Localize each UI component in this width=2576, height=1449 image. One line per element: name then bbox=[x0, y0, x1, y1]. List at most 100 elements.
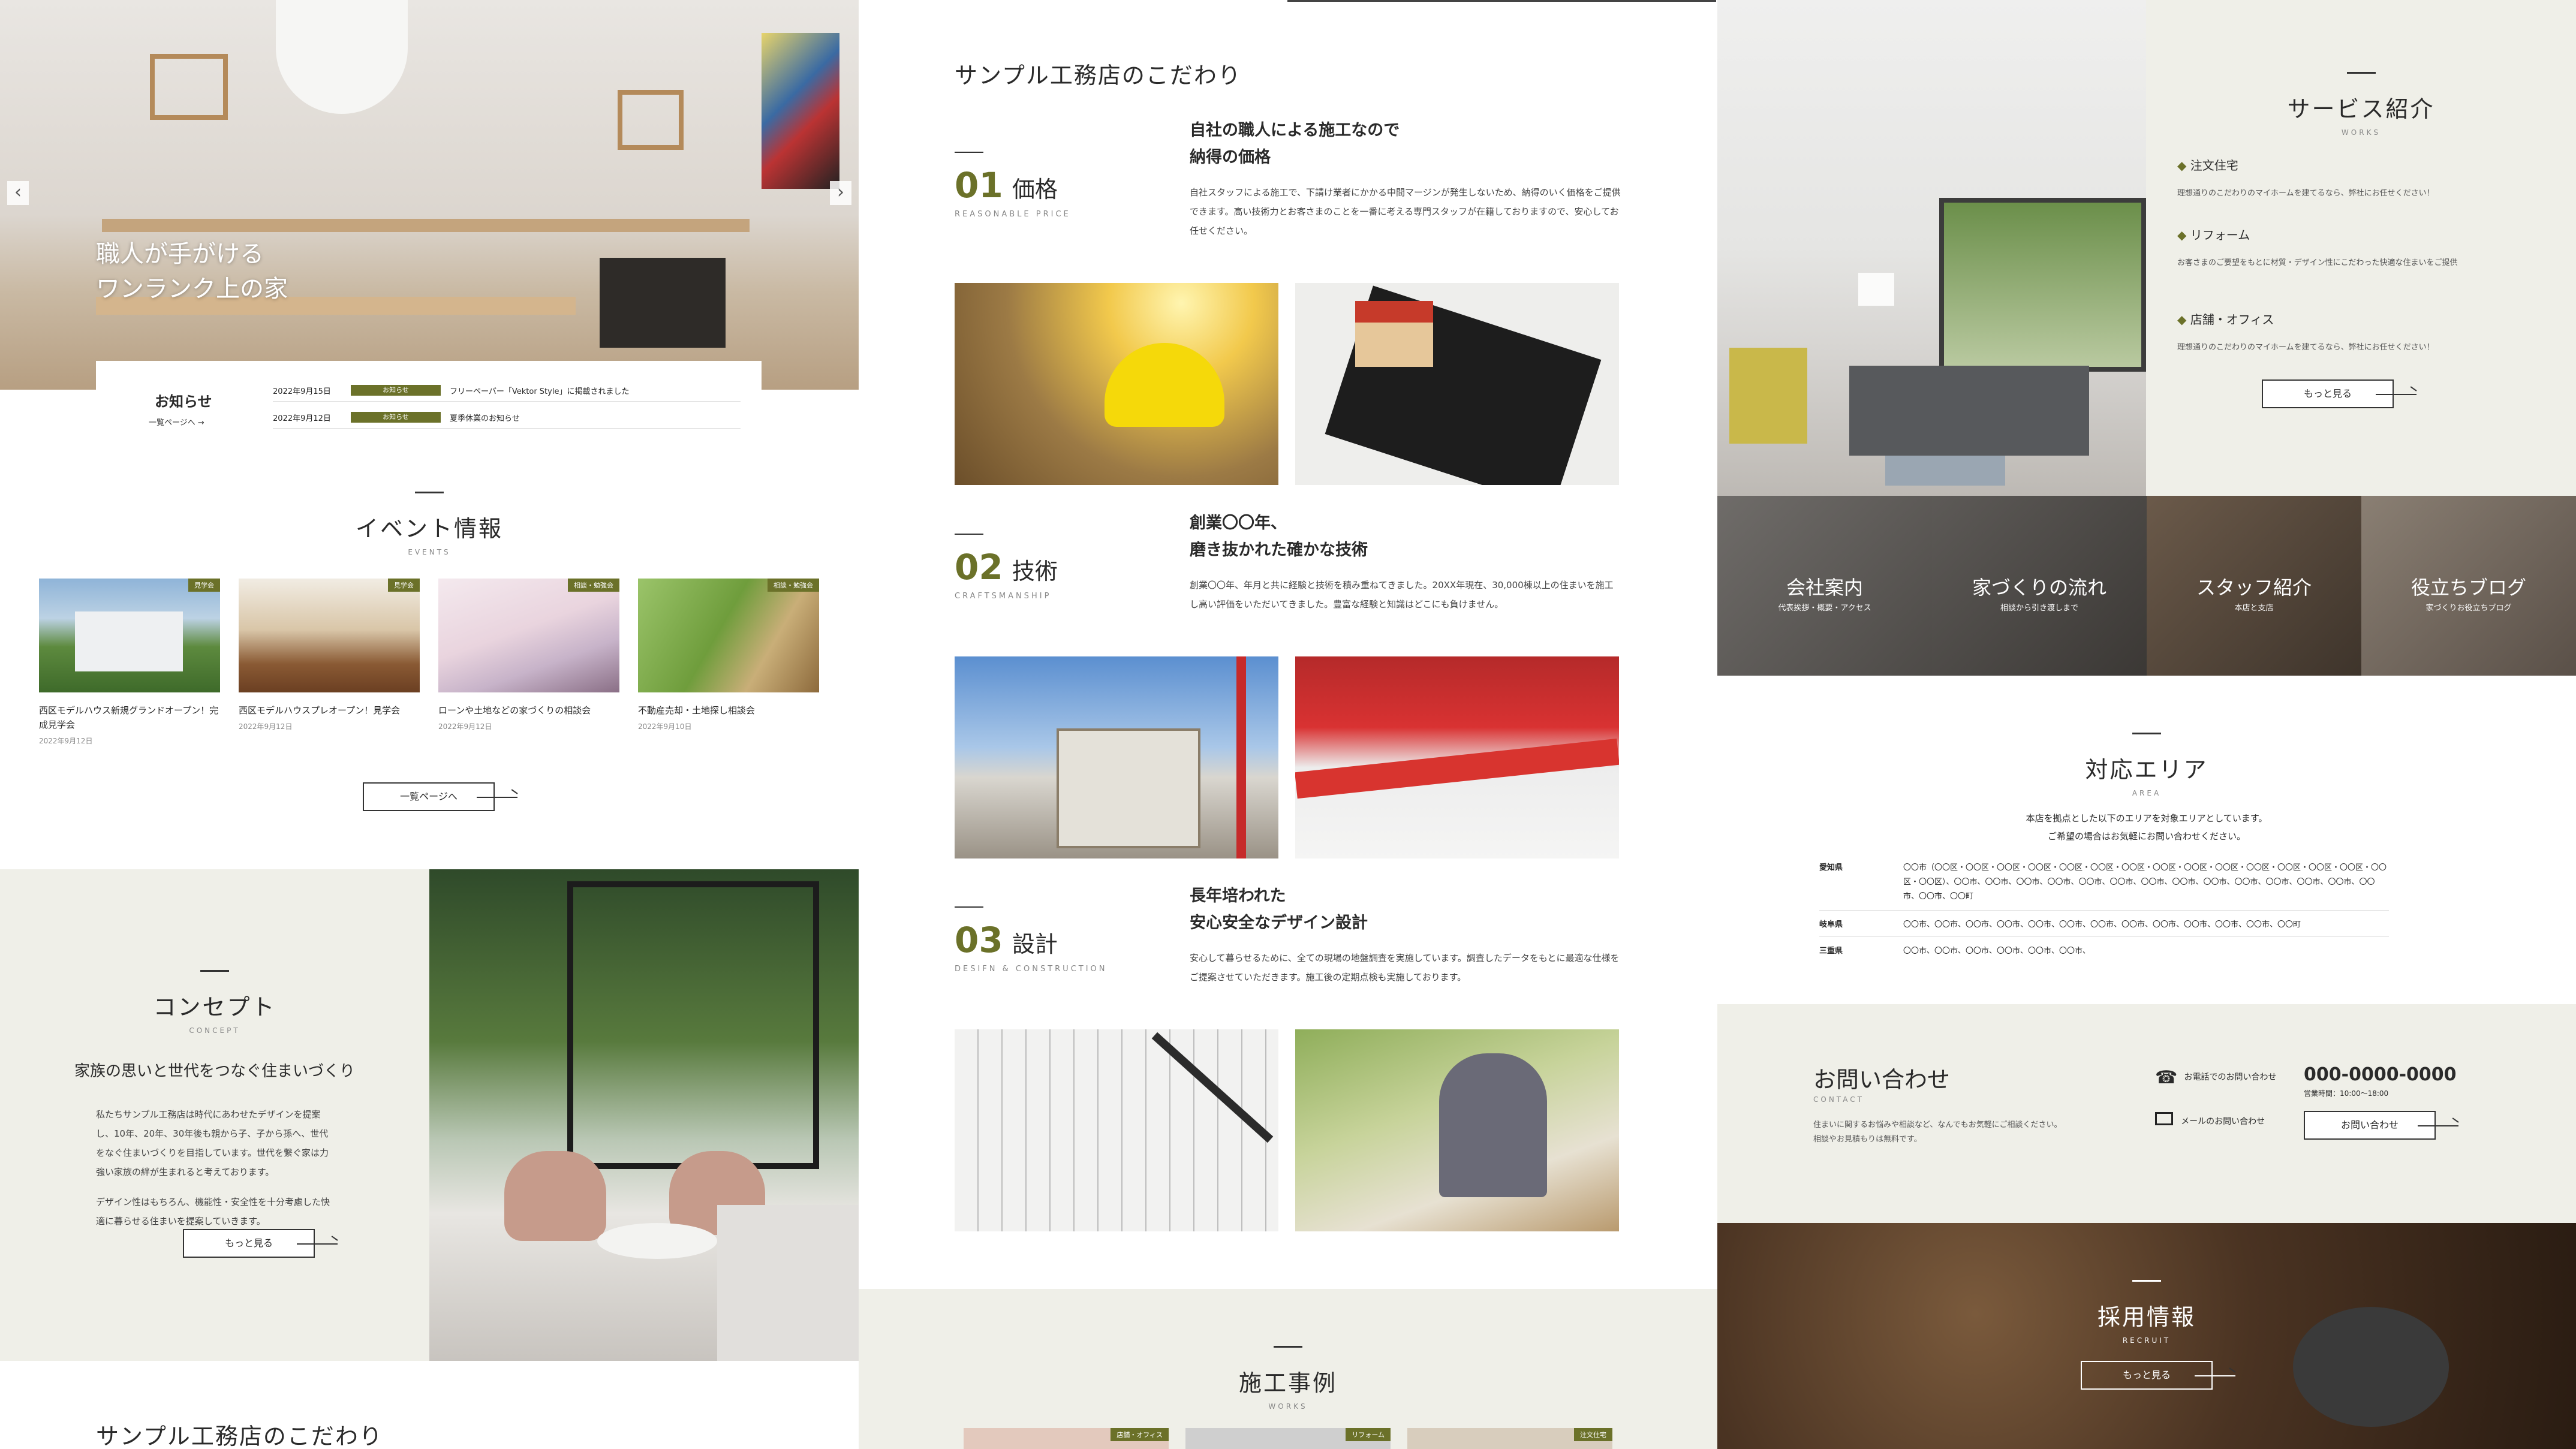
events-section: イベント情報 EVENTS bbox=[0, 492, 859, 556]
recruit-section: 採用情報 RECRUIT もっと見る bbox=[1717, 1223, 2576, 1449]
link-tile-staff[interactable]: スタッフ紹介 本店と支店 bbox=[2147, 496, 2361, 676]
area-table: 愛知県 〇〇市（〇〇区・〇〇区・〇〇区・〇〇区・〇〇区・〇〇区・〇〇区・〇〇区・… bbox=[1819, 857, 2389, 963]
house-frame bbox=[1057, 728, 1200, 848]
concept-panel: コンセプト CONCEPT 家族の思いと世代をつなぐ住まいづくり 私たちサンプル… bbox=[0, 869, 429, 1361]
concept-more-button[interactable]: もっと見る bbox=[183, 1229, 338, 1258]
arrow-right-icon: → bbox=[197, 418, 204, 427]
news-badge: お知らせ bbox=[351, 385, 441, 396]
works-thumb[interactable]: 注文住宅 bbox=[1407, 1428, 1612, 1449]
event-title: ローンや土地などの家づくりの相談会 bbox=[438, 705, 591, 716]
area-section: 対応エリア AREA 本店を拠点とした以下のエリアを対象エリアとしています。 ご… bbox=[1717, 733, 2576, 845]
commit-body: 安心して暮らせるために、全ての現場の地盤調査を実施しています。調査したデータをも… bbox=[1190, 953, 1620, 983]
phone-icon: ☎ bbox=[2155, 1067, 2178, 1088]
diamond-icon: ◆ bbox=[2177, 158, 2187, 173]
events-title: イベント情報 bbox=[355, 516, 503, 542]
event-date: 2022年9月12日 bbox=[39, 737, 93, 745]
service-name: 店舗・オフィス bbox=[2190, 312, 2274, 327]
phone-number[interactable]: 000-0000-0000 bbox=[2304, 1064, 2457, 1085]
commit-number-label: 01 価格 bbox=[955, 165, 1058, 206]
arrow-right-icon bbox=[477, 797, 517, 798]
slider-prev-button[interactable]: ‹ bbox=[7, 181, 29, 205]
tile-title: スタッフ紹介 bbox=[2196, 576, 2312, 599]
commit-number-label: 02 技術 bbox=[955, 547, 1058, 588]
service-item[interactable]: ◆ 注文住宅 理想通りのこだわりのマイホームを建てるなら、弊社にお任せください！ bbox=[2177, 156, 2543, 198]
service-item[interactable]: ◆ 店舗・オフィス 理想通りのこだわりのマイホームを建てるなら、弊社にお任せくだ… bbox=[2177, 310, 2543, 352]
hero-wall-shelf bbox=[618, 90, 684, 150]
tile-title: 役立ちブログ bbox=[2411, 576, 2526, 599]
event-card[interactable]: 相談・勉強会 不動産売却・土地探し相談会 2022年9月10日 bbox=[638, 579, 819, 731]
events-list-button[interactable]: 一覧ページへ bbox=[363, 782, 517, 811]
mail-icon bbox=[2155, 1112, 2173, 1125]
area-pref: 三重県 bbox=[1819, 947, 1843, 956]
news-row[interactable]: 2022年9月15日 お知らせ フリーペーパー「Vektor Style」に掲載… bbox=[273, 384, 741, 402]
area-row: 三重県 〇〇市、〇〇市、〇〇市、〇〇市、〇〇市、〇〇市、 bbox=[1819, 937, 2389, 963]
works-thumb[interactable]: リフォーム bbox=[1185, 1428, 1391, 1449]
link-tile-flow[interactable]: 家づくりの流れ 相談から引き渡しまで bbox=[1932, 496, 2147, 676]
hero-artwork bbox=[762, 33, 839, 189]
commit-heading: 創業〇〇年、 磨き抜かれた確かな技術 bbox=[1190, 514, 1368, 559]
service-item[interactable]: ◆ リフォーム お客さまのご要望をもとに材質・デザイン性にこだわった快適な住まい… bbox=[2177, 225, 2543, 267]
chevron-left-icon: ‹ bbox=[14, 182, 22, 203]
event-card[interactable]: 相談・勉強会 ローンや土地などの家づくりの相談会 2022年9月12日 bbox=[438, 579, 619, 731]
event-date: 2022年9月12日 bbox=[438, 722, 492, 731]
phone-contact[interactable]: ☎ お電話でのお問い合わせ bbox=[2155, 1067, 2276, 1088]
service-image bbox=[1717, 0, 2146, 496]
event-card[interactable]: 見学会 西区モデルハウスプレオープン！見学会 2022年9月12日 bbox=[239, 579, 420, 731]
area-intro: 本店を拠点とした以下のエリアを対象エリアとしています。 ご希望の場合はお気軽にお… bbox=[2026, 813, 2268, 842]
house-block bbox=[1355, 301, 1433, 367]
hero-headline-line2: ワンランク上の家 bbox=[96, 275, 288, 303]
commit-body: 創業〇〇年、年月と共に経験と技術を積み重ねてきました。20XX年現在、30,00… bbox=[1190, 580, 1614, 610]
works-section: 施工事例 WORKS 店舗・オフィス リフォーム 注文住宅 bbox=[859, 1289, 1717, 1449]
event-tag: 見学会 bbox=[388, 579, 420, 592]
tile-subtitle: 代表挨拶・概要・アクセス bbox=[1778, 604, 1871, 613]
tile-title: 家づくりの流れ bbox=[1972, 576, 2106, 599]
column-middle: サンプル工務店のこだわり 01 価格 REASONABLE PRICE 自社の職… bbox=[859, 0, 1717, 1449]
concept-paragraph: デザイン性はもちろん、機能性・安全性を十分考慮した快適に暮らせる住まいを提案して… bbox=[96, 1197, 330, 1227]
event-title: 不動産売却・土地探し相談会 bbox=[638, 705, 756, 716]
commit-title: サンプル工務店のこだわり bbox=[955, 62, 1242, 89]
commit-item: 02 技術 CRAFTSMANSHIP 創業〇〇年、 磨き抜かれた確かな技術 創… bbox=[955, 510, 1626, 881]
link-tile-company[interactable]: 会社案内 代表挨拶・概要・アクセス bbox=[1717, 496, 1932, 676]
hero-wall-shelf bbox=[150, 54, 228, 120]
contact-section: お問い合わせ CONTACT 住まいに関するお悩みや相談など、なんでもお気軽にご… bbox=[1717, 1004, 2576, 1223]
event-card[interactable]: 見学会 西区モデルハウス新規グランドオープン！完成見学会 2022年9月12日 bbox=[39, 579, 220, 746]
slider-next-button[interactable]: › bbox=[830, 181, 851, 205]
commit-en: REASONABLE PRICE bbox=[955, 210, 1071, 219]
top-edge-line bbox=[1287, 0, 1716, 2]
business-hours: 営業時間：10:00〜18:00 bbox=[2304, 1089, 2389, 1098]
armchair bbox=[504, 1151, 606, 1241]
recruit-more-button[interactable]: もっと見る bbox=[2081, 1361, 2235, 1390]
coffee-table bbox=[597, 1223, 717, 1259]
area-pref: 岐阜県 bbox=[1819, 920, 1843, 929]
mail-contact[interactable]: メールのお問い合わせ bbox=[2155, 1112, 2265, 1127]
concept-heading: 家族の思いと世代をつなぐ住まいづくり bbox=[74, 1062, 355, 1080]
contact-button[interactable]: お問い合わせ bbox=[2304, 1111, 2458, 1140]
level-tool-image bbox=[1295, 656, 1619, 858]
event-tag: 見学会 bbox=[188, 579, 220, 592]
section-divider bbox=[2132, 733, 2161, 734]
event-title: 西区モデルハウス新規グランドオープン！完成見学会 bbox=[39, 705, 219, 730]
area-row: 岐阜県 〇〇市、〇〇市、〇〇市、〇〇市、〇〇市、〇〇市、〇〇市、〇〇市、〇〇市、… bbox=[1819, 911, 2389, 937]
event-tag: 相談・勉強会 bbox=[568, 579, 619, 592]
section-divider bbox=[1274, 1346, 1302, 1348]
contact-desc: 住まいに関するお悩みや相談など、なんでもお気軽にご相談ください。 相談やお見積も… bbox=[1813, 1120, 2062, 1144]
arrow-right-icon bbox=[2418, 1125, 2458, 1126]
works-tag: リフォーム bbox=[1346, 1428, 1391, 1441]
link-tile-blog[interactable]: 役立ちブログ 家づくりお役立ちブログ bbox=[2361, 496, 2576, 676]
works-thumb[interactable]: 店舗・オフィス bbox=[964, 1428, 1169, 1449]
news-badge: お知らせ bbox=[351, 412, 441, 423]
diamond-icon: ◆ bbox=[2177, 228, 2187, 242]
commit-rule bbox=[955, 534, 983, 535]
concept-title: コンセプト bbox=[153, 994, 276, 1020]
news-row[interactable]: 2022年9月12日 お知らせ 夏季休業のお知らせ bbox=[273, 411, 741, 429]
news-list-link[interactable]: 一覧ページへ → bbox=[149, 416, 204, 427]
area-title: 対応エリア bbox=[2085, 757, 2208, 783]
works-title: 施工事例 bbox=[1238, 1370, 1337, 1396]
helmet-shape bbox=[1105, 343, 1224, 427]
services-more-button[interactable]: もっと見る bbox=[2262, 379, 2416, 408]
hero-headline-line1: 職人が手がける bbox=[96, 240, 264, 268]
tile-subtitle: 本店と支店 bbox=[2234, 604, 2274, 613]
service-desc: お客さまのご要望をもとに材質・デザイン性にこだわった快適な住まいをご提供 bbox=[2177, 258, 2458, 267]
tile-title: 会社案内 bbox=[1786, 576, 1863, 599]
hero-lamp bbox=[276, 0, 408, 114]
